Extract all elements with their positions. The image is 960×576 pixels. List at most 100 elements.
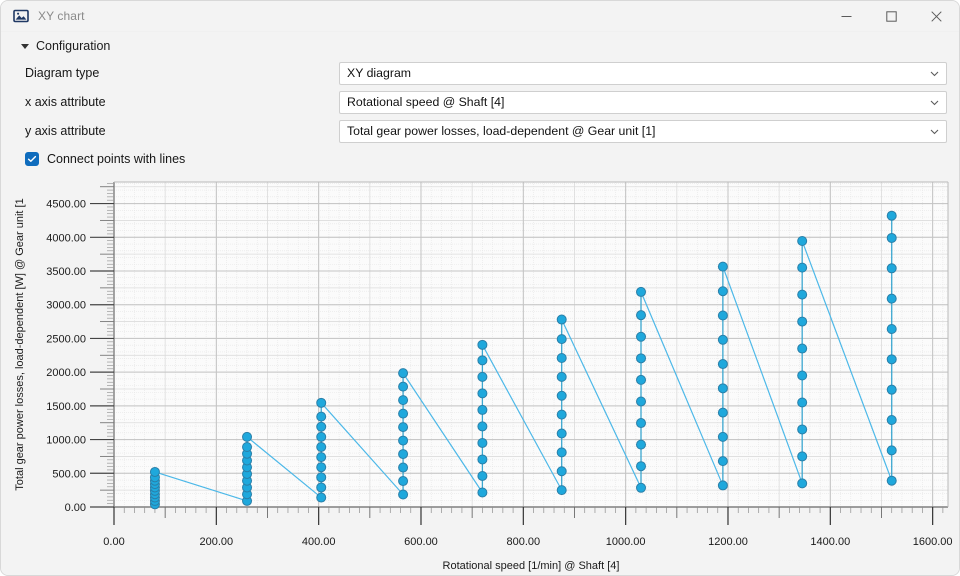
data-point[interactable] <box>557 467 566 476</box>
data-point[interactable] <box>399 382 408 391</box>
data-point[interactable] <box>637 397 646 406</box>
data-point[interactable] <box>887 476 896 485</box>
data-point[interactable] <box>637 419 646 428</box>
data-point[interactable] <box>637 375 646 384</box>
y-tick-label: 4000.00 <box>46 232 86 244</box>
data-point[interactable] <box>887 446 896 455</box>
data-point[interactable] <box>887 211 896 220</box>
data-point[interactable] <box>798 317 807 326</box>
x-axis-attribute-select[interactable]: Rotational speed @ Shaft [4] <box>339 91 947 114</box>
data-point[interactable] <box>478 422 487 431</box>
data-point[interactable] <box>637 462 646 471</box>
data-point[interactable] <box>637 440 646 449</box>
data-point[interactable] <box>887 294 896 303</box>
data-point[interactable] <box>798 371 807 380</box>
data-point[interactable] <box>478 438 487 447</box>
data-point[interactable] <box>718 408 727 417</box>
data-point[interactable] <box>798 263 807 272</box>
data-point[interactable] <box>478 471 487 480</box>
data-point[interactable] <box>317 463 326 472</box>
data-point[interactable] <box>798 479 807 488</box>
data-point[interactable] <box>399 490 408 499</box>
data-point[interactable] <box>887 264 896 273</box>
data-point[interactable] <box>557 372 566 381</box>
data-point[interactable] <box>718 360 727 369</box>
minimize-button[interactable] <box>824 1 869 32</box>
data-point[interactable] <box>798 425 807 434</box>
data-point[interactable] <box>557 353 566 362</box>
data-point[interactable] <box>718 457 727 466</box>
data-point[interactable] <box>718 262 727 271</box>
data-point[interactable] <box>317 412 326 421</box>
data-point[interactable] <box>718 311 727 320</box>
data-point[interactable] <box>798 398 807 407</box>
data-point[interactable] <box>478 488 487 497</box>
data-point[interactable] <box>478 455 487 464</box>
data-point[interactable] <box>718 432 727 441</box>
data-point[interactable] <box>399 396 408 405</box>
data-point[interactable] <box>637 483 646 492</box>
data-point[interactable] <box>798 344 807 353</box>
data-point[interactable] <box>399 436 408 445</box>
data-point[interactable] <box>718 335 727 344</box>
data-point[interactable] <box>798 290 807 299</box>
data-point[interactable] <box>887 233 896 242</box>
data-point[interactable] <box>557 410 566 419</box>
data-point[interactable] <box>557 448 566 457</box>
data-point[interactable] <box>399 463 408 472</box>
close-button[interactable] <box>914 1 959 32</box>
data-point[interactable] <box>478 389 487 398</box>
y-axis-attribute-label: y axis attribute <box>13 124 339 138</box>
data-point[interactable] <box>317 432 326 441</box>
data-point[interactable] <box>637 287 646 296</box>
data-point[interactable] <box>399 369 408 378</box>
data-point[interactable] <box>557 486 566 495</box>
y-tick-label: 4500.00 <box>46 199 86 211</box>
data-point[interactable] <box>718 287 727 296</box>
data-point[interactable] <box>399 409 408 418</box>
data-point[interactable] <box>317 473 326 482</box>
data-point[interactable] <box>399 477 408 486</box>
data-point[interactable] <box>243 442 252 451</box>
maximize-button[interactable] <box>869 1 914 32</box>
data-point[interactable] <box>798 236 807 245</box>
data-point[interactable] <box>317 493 326 502</box>
data-point[interactable] <box>557 429 566 438</box>
data-point[interactable] <box>887 355 896 364</box>
data-point[interactable] <box>478 405 487 414</box>
data-point[interactable] <box>557 335 566 344</box>
diagram-type-row: Diagram type XY diagram <box>13 59 947 87</box>
data-point[interactable] <box>887 324 896 333</box>
data-point[interactable] <box>399 423 408 432</box>
connect-points-checkbox[interactable] <box>25 152 39 166</box>
y-axis-attribute-select[interactable]: Total gear power losses, load-dependent … <box>339 120 947 143</box>
connect-points-checkbox-row[interactable]: Connect points with lines <box>13 145 947 174</box>
data-point[interactable] <box>317 483 326 492</box>
data-point[interactable] <box>637 354 646 363</box>
data-point[interactable] <box>317 453 326 462</box>
data-point[interactable] <box>150 467 159 476</box>
data-point[interactable] <box>317 442 326 451</box>
data-point[interactable] <box>399 450 408 459</box>
diagram-type-select[interactable]: XY diagram <box>339 62 947 85</box>
data-point[interactable] <box>637 311 646 320</box>
data-point[interactable] <box>478 340 487 349</box>
data-point[interactable] <box>478 372 487 381</box>
data-point[interactable] <box>798 452 807 461</box>
y-tick-label: 2000.00 <box>46 367 86 379</box>
data-point[interactable] <box>478 356 487 365</box>
data-point[interactable] <box>557 391 566 400</box>
xy-scatter-chart[interactable]: 0.00500.001000.001500.002000.002500.0030… <box>1 174 959 575</box>
data-point[interactable] <box>887 416 896 425</box>
configuration-expander[interactable]: Configuration <box>13 32 947 59</box>
data-point[interactable] <box>243 432 252 441</box>
data-point[interactable] <box>317 398 326 407</box>
data-point[interactable] <box>637 332 646 341</box>
y-tick-label: 1000.00 <box>46 435 86 447</box>
data-point[interactable] <box>718 481 727 490</box>
data-point[interactable] <box>887 385 896 394</box>
picture-icon <box>13 8 29 24</box>
data-point[interactable] <box>718 384 727 393</box>
data-point[interactable] <box>317 422 326 431</box>
data-point[interactable] <box>557 315 566 324</box>
